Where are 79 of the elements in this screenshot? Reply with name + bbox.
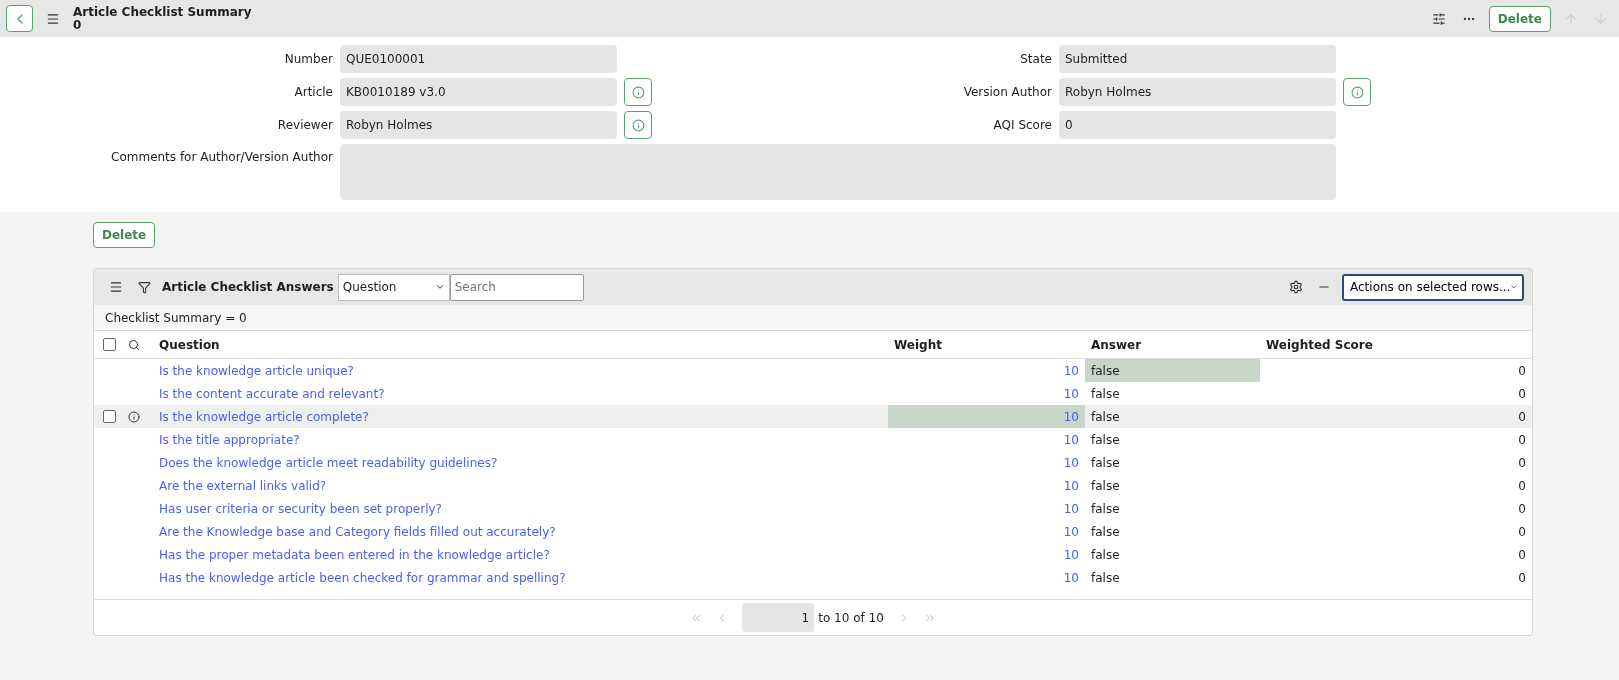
- table-cell-text: false: [1090, 408, 1121, 426]
- table-cell-text: 0: [1517, 431, 1527, 449]
- column-header[interactable]: Weight: [888, 337, 1085, 352]
- info-button[interactable]: [1343, 78, 1371, 106]
- comments-field[interactable]: [340, 144, 1336, 200]
- back-button[interactable]: [6, 5, 33, 32]
- weight-link[interactable]: 10: [1063, 524, 1079, 539]
- question-link[interactable]: Has the knowledge article been checked for grammar and spelling?: [159, 570, 566, 585]
- table-cell-text: 0: [1517, 385, 1527, 403]
- breadcrumb: Checklist Summary = 0: [94, 305, 1532, 331]
- caret-icon: [434, 282, 445, 292]
- question-link[interactable]: Is the knowledge article unique?: [159, 363, 354, 378]
- input-field[interactable]: 0: [1059, 111, 1336, 139]
- table-cell-text: 0: [1517, 362, 1527, 380]
- table-cell-text: false: [1090, 546, 1121, 564]
- table-cell-text: false: [1090, 523, 1121, 541]
- form-subtitle: 0: [73, 18, 83, 32]
- weight-link[interactable]: 10: [1063, 432, 1079, 447]
- weight-link[interactable]: 10: [1063, 570, 1079, 585]
- info-icon: [1350, 85, 1364, 99]
- weight-link[interactable]: 10: [1063, 455, 1079, 470]
- table-cell-text: 0: [1517, 454, 1527, 472]
- page-range: to 10 of 10: [818, 610, 884, 625]
- question-link[interactable]: Are the Knowledge base and Category fields filled out accurately?: [159, 524, 556, 539]
- table-cell-text: false: [1090, 454, 1121, 472]
- question-link[interactable]: Is the content accurate and relevant?: [159, 386, 385, 401]
- question-link[interactable]: Has user criteria or security been set properly?: [159, 501, 442, 516]
- list-title: Article Checklist Answers: [162, 280, 334, 294]
- table-cell: false: [1085, 359, 1260, 382]
- field-label: Article: [293, 85, 334, 99]
- field-label: Comments for Author/Version Author: [110, 149, 334, 164]
- table-cell-text: false: [1090, 431, 1121, 449]
- weight-link[interactable]: 10: [1063, 547, 1079, 562]
- field-label: Number: [283, 52, 334, 66]
- column-header[interactable]: Question: [153, 337, 888, 352]
- input-field[interactable]: Robyn Holmes: [1059, 78, 1336, 106]
- table-cell-text: false: [1090, 385, 1121, 403]
- table-cell-text: 0: [1517, 546, 1527, 564]
- page-field[interactable]: 1: [742, 603, 815, 632]
- weight-link[interactable]: 10: [1063, 478, 1079, 493]
- column-header[interactable]: Weighted Score: [1260, 337, 1532, 352]
- row-checkbox[interactable]: [102, 410, 116, 423]
- table-cell-text: 0: [1517, 569, 1527, 587]
- actions-select[interactable]: Actions on selected rows...: [1342, 273, 1524, 301]
- form-title: Article Checklist Summary: [73, 5, 253, 19]
- table-row[interactable]: Is the knowledge article complete? 10 false 0: [94, 405, 1532, 428]
- column-header[interactable]: Answer: [1085, 337, 1260, 352]
- input-field[interactable]: KB0010189 v3.0: [340, 78, 617, 106]
- table-cell-text: 0: [1517, 500, 1527, 518]
- input-field[interactable]: QUE0100001: [340, 45, 617, 73]
- field-label: AQI Score: [992, 118, 1053, 132]
- question-link[interactable]: Does the knowledge article meet readability guidelines?: [159, 455, 498, 470]
- table-cell-text: false: [1090, 477, 1121, 495]
- weight-link[interactable]: 10: [1063, 363, 1079, 378]
- table-cell-text: false: [1090, 500, 1121, 518]
- info-button[interactable]: [624, 111, 652, 139]
- input-field[interactable]: Submitted: [1059, 45, 1336, 73]
- delete-button[interactable]: Delete: [93, 222, 156, 248]
- table-cell-text: 0: [1517, 477, 1527, 495]
- info-button[interactable]: [624, 78, 652, 106]
- field-label: Reviewer: [276, 118, 334, 132]
- table-cell-text: 0: [1517, 408, 1527, 426]
- delete-button[interactable]: Delete: [1488, 5, 1551, 32]
- input-field[interactable]: Robyn Holmes: [340, 111, 617, 139]
- search-field[interactable]: Search: [449, 273, 584, 301]
- weight-link[interactable]: 10: [1063, 386, 1079, 401]
- question-link[interactable]: Are the external links valid?: [159, 478, 327, 493]
- question-link[interactable]: Has the proper metadata been entered in the knowledge article?: [159, 547, 550, 562]
- question-link[interactable]: Is the knowledge article complete?: [159, 409, 369, 424]
- info-icon: [631, 85, 645, 99]
- table-cell-text: 0: [1517, 523, 1527, 541]
- info-icon: [631, 118, 645, 132]
- weight-link[interactable]: 10: [1063, 501, 1079, 516]
- search-field-select[interactable]: Question: [337, 273, 450, 301]
- select-all-checkbox[interactable]: [102, 338, 116, 351]
- field-label: Version Author: [962, 85, 1053, 99]
- question-link[interactable]: Is the title appropriate?: [159, 432, 300, 447]
- table-cell-text: false: [1090, 569, 1121, 587]
- field-label: State: [1019, 52, 1053, 66]
